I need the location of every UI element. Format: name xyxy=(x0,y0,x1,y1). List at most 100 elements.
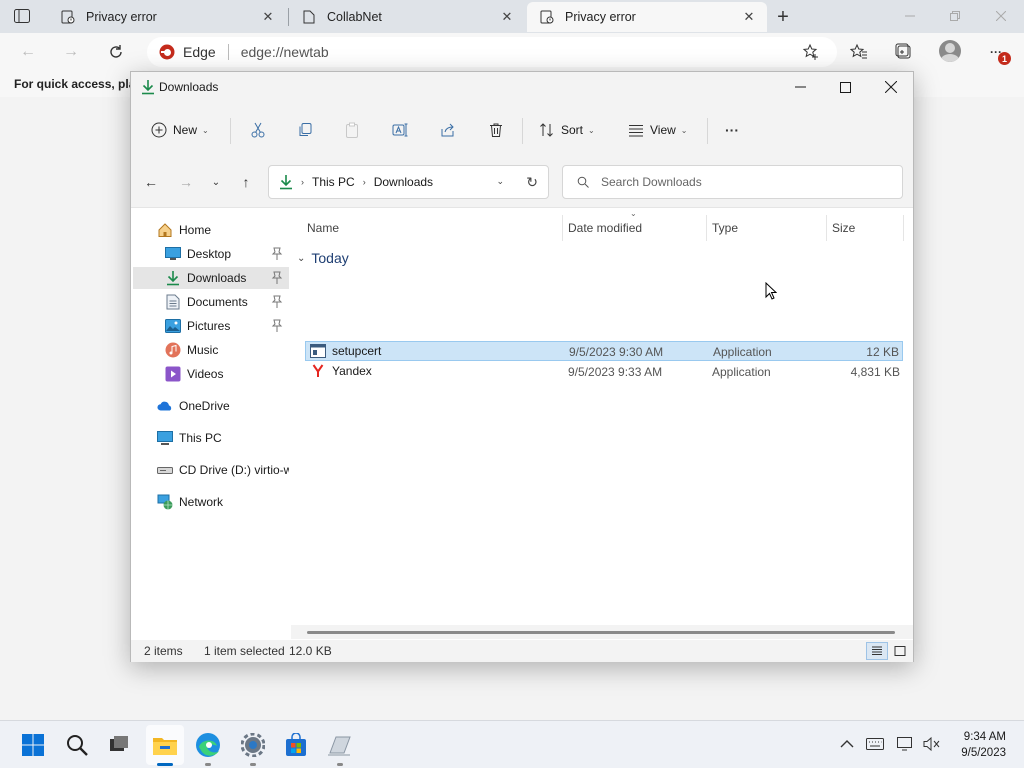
browser-tab-strip: Privacy error ✕ CollabNet ✕ Privacy erro… xyxy=(0,0,1024,33)
refresh-icon[interactable] xyxy=(105,41,127,63)
file-explorer-icon[interactable] xyxy=(151,731,179,759)
explorer-titlebar[interactable]: Downloads xyxy=(131,72,913,102)
scrollbar-thumb[interactable] xyxy=(307,631,895,634)
search-icon xyxy=(577,176,589,188)
column-header-date-modified[interactable]: Date modified xyxy=(568,215,642,241)
search-box[interactable] xyxy=(562,165,903,199)
setupcert-app-icon[interactable] xyxy=(326,731,354,759)
copy-button[interactable] xyxy=(295,118,315,142)
close-window-icon[interactable] xyxy=(878,77,904,97)
show-hidden-icons-icon[interactable] xyxy=(838,735,856,753)
group-header-today[interactable]: ⌄ Today xyxy=(297,247,349,269)
pin-icon[interactable] xyxy=(271,247,283,261)
profile-avatar[interactable] xyxy=(939,40,961,62)
sidebar-item-cd-drive[interactable]: CD Drive (D:) virtio-w xyxy=(133,459,289,481)
settings-icon[interactable] xyxy=(239,731,267,759)
recent-locations-icon[interactable]: ⌄ xyxy=(206,172,226,192)
store-icon[interactable] xyxy=(282,731,310,759)
address-history-icon[interactable]: ⌄ xyxy=(496,176,504,187)
chevron-right-icon: › xyxy=(362,177,366,187)
chevron-down-icon: ⌄ xyxy=(202,125,209,135)
sidebar-item-videos[interactable]: Videos xyxy=(133,363,289,385)
url-text[interactable]: edge://newtab xyxy=(241,44,329,60)
favorites-icon[interactable] xyxy=(848,41,870,63)
sort-button[interactable]: Sort ⌄ xyxy=(539,118,595,142)
sidebar-item-onedrive[interactable]: OneDrive xyxy=(133,395,289,417)
item-count: 2 items xyxy=(144,644,183,658)
new-label: New xyxy=(173,123,198,137)
search-input[interactable] xyxy=(601,175,881,189)
large-icons-view-icon[interactable] xyxy=(889,642,911,660)
status-bar: 2 items 1 item selected 12.0 KB xyxy=(131,640,913,662)
view-icon xyxy=(629,125,643,137)
breadcrumb[interactable]: › This PC › Downloads ⌄ ↻ xyxy=(268,165,549,199)
browser-tab-3[interactable]: Privacy error ✕ xyxy=(527,2,767,32)
breadcrumb-downloads[interactable]: Downloads xyxy=(374,175,433,189)
pin-icon[interactable] xyxy=(271,295,283,309)
column-header-name[interactable]: Name xyxy=(307,215,339,241)
back-icon[interactable]: ← xyxy=(17,41,39,63)
browser-tab-2[interactable]: CollabNet ✕ xyxy=(289,2,525,32)
minimize-icon[interactable] xyxy=(898,6,922,26)
view-button[interactable]: View ⌄ xyxy=(628,118,688,142)
column-divider[interactable] xyxy=(903,215,904,241)
back-icon[interactable]: ← xyxy=(141,172,161,192)
sidebar-item-home[interactable]: Home xyxy=(133,219,289,241)
rename-button[interactable] xyxy=(390,118,410,142)
restore-icon[interactable] xyxy=(943,6,967,26)
pc-icon xyxy=(157,430,173,446)
column-divider[interactable] xyxy=(706,215,707,241)
close-tab-icon[interactable]: ✕ xyxy=(499,9,515,25)
browser-tab-1[interactable]: Privacy error ✕ xyxy=(48,2,286,32)
close-tab-icon[interactable]: ✕ xyxy=(741,9,757,25)
collections-icon[interactable] xyxy=(893,41,915,63)
sidebar-item-network[interactable]: Network xyxy=(133,491,289,513)
address-bar[interactable]: Edge edge://newtab xyxy=(147,37,837,67)
table-row[interactable]: Yandex 9/5/2023 9:33 AM Application 4,83… xyxy=(305,362,903,382)
start-icon[interactable] xyxy=(19,731,47,759)
sidebar-item-this-pc[interactable]: This PC xyxy=(133,427,289,449)
column-header-type[interactable]: Type xyxy=(712,215,738,241)
close-window-icon[interactable] xyxy=(989,6,1013,26)
tab-actions-icon[interactable] xyxy=(12,7,32,25)
sidebar-item-pictures[interactable]: Pictures xyxy=(133,315,289,337)
home-icon xyxy=(157,222,173,238)
breadcrumb-this-pc[interactable]: This PC xyxy=(312,175,355,189)
forward-icon[interactable]: → xyxy=(176,172,196,192)
share-button[interactable] xyxy=(438,118,458,142)
network-status-icon[interactable] xyxy=(897,735,915,753)
edge-icon[interactable] xyxy=(194,731,222,759)
table-row[interactable]: setupcert 9/5/2023 9:30 AM Application 1… xyxy=(305,341,903,361)
pin-icon[interactable] xyxy=(271,271,283,285)
paste-button[interactable] xyxy=(342,118,362,142)
see-more-button[interactable]: ··· xyxy=(721,118,743,142)
add-icon xyxy=(151,122,167,138)
refresh-icon[interactable]: ↻ xyxy=(526,174,538,191)
close-tab-icon[interactable]: ✕ xyxy=(260,9,276,25)
column-divider[interactable] xyxy=(826,215,827,241)
minimize-icon[interactable] xyxy=(787,77,813,97)
system-clock[interactable]: 9:34 AM 9/5/2023 xyxy=(961,729,1006,761)
pin-icon[interactable] xyxy=(271,319,283,333)
keyboard-icon[interactable] xyxy=(866,735,884,753)
column-header-size[interactable]: Size xyxy=(832,215,855,241)
volume-muted-icon[interactable] xyxy=(923,735,941,753)
sidebar-item-label: CD Drive (D:) virtio-w xyxy=(179,463,289,477)
sidebar-item-documents[interactable]: Documents xyxy=(133,291,289,313)
sidebar-item-desktop[interactable]: Desktop xyxy=(133,243,289,265)
up-icon[interactable]: ↑ xyxy=(236,172,256,192)
cut-button[interactable] xyxy=(248,118,268,142)
search-icon[interactable] xyxy=(63,731,91,759)
sidebar-item-downloads[interactable]: Downloads xyxy=(133,267,289,289)
forward-icon[interactable]: → xyxy=(60,41,82,63)
new-tab-button[interactable]: + xyxy=(772,6,794,28)
column-divider[interactable] xyxy=(562,215,563,241)
maximize-icon[interactable] xyxy=(832,77,858,97)
delete-button[interactable] xyxy=(486,118,506,142)
tab-title: CollabNet xyxy=(327,10,382,24)
sidebar-item-music[interactable]: Music xyxy=(133,339,289,361)
add-favorite-icon[interactable] xyxy=(800,41,822,63)
task-view-icon[interactable] xyxy=(105,731,133,759)
details-view-icon[interactable] xyxy=(866,642,888,660)
new-button[interactable]: New ⌄ xyxy=(151,118,209,142)
